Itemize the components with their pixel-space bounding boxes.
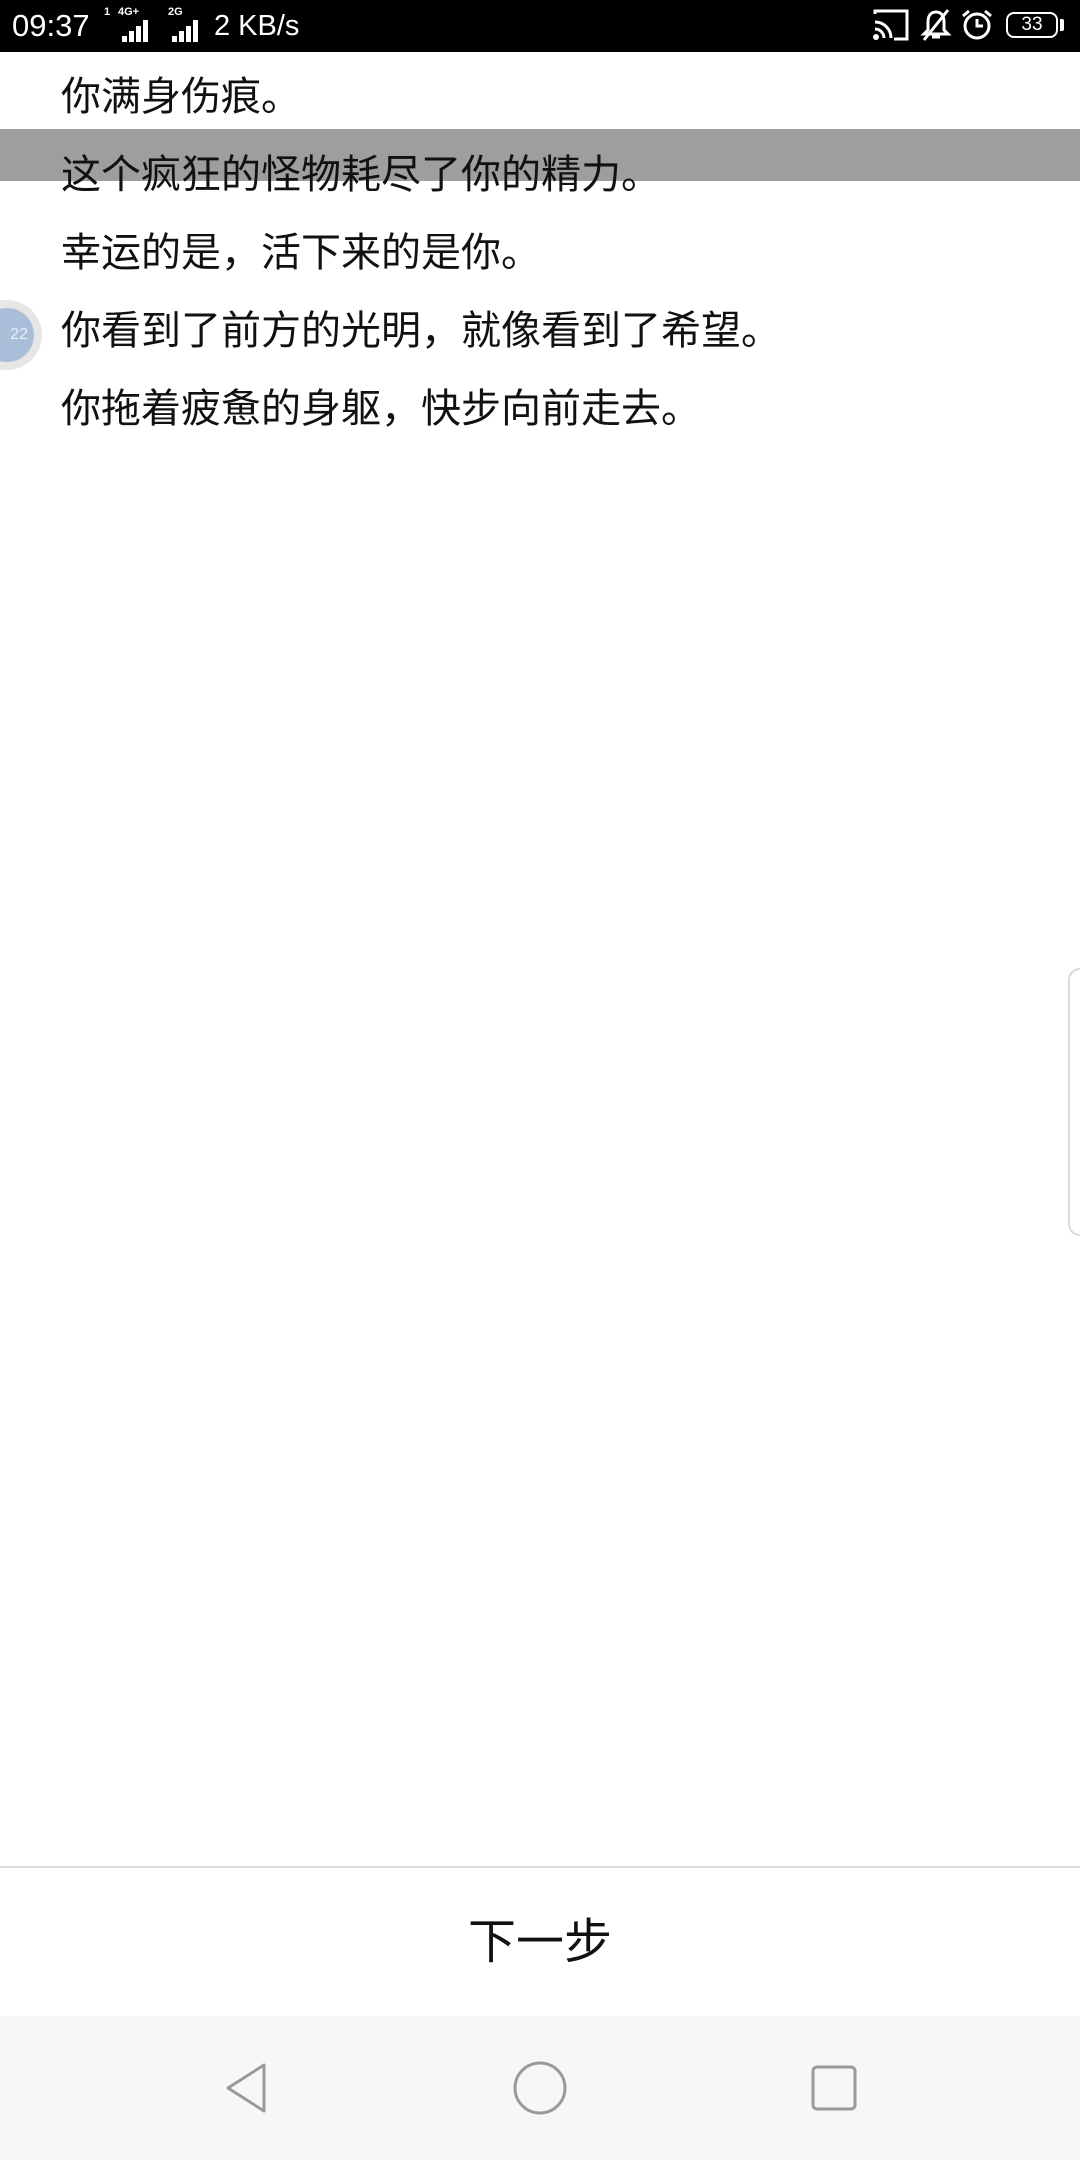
cast-icon [873,9,909,41]
sim1-signal-icon: 1 4G+ [104,6,154,42]
battery-tip [1060,19,1064,31]
network-speed: 2 KB/s [214,10,300,42]
home-button[interactable] [460,2016,620,2160]
floating-assistant-bubble[interactable]: 22 [0,300,42,370]
story-line-4: 你看到了前方的光明，就像看到了希望。 [61,308,781,354]
muted-bell-icon [920,9,952,41]
home-circle-icon [513,2061,567,2115]
sim2-signal-icon: 2G [166,6,206,42]
sim1-slot-label: 1 [104,6,111,18]
edge-panel-handle[interactable] [1068,968,1080,1236]
back-button[interactable] [166,2016,326,2160]
story-line-3: 幸运的是，活下来的是你。 [61,230,541,276]
story-line-1: 你满身伤痕。 [61,74,301,120]
status-bar: 09:37 1 4G+ 2G 2 KB/s 33 [0,0,1080,52]
story-line-5: 你拖着疲惫的身躯，快步向前走去。 [61,386,701,432]
recents-square-icon [811,2065,857,2111]
status-time: 09:37 [12,8,90,43]
sim1-network-label: 4G+ [118,6,140,18]
alarm-icon [962,9,992,40]
battery-indicator: 33 [1006,12,1058,38]
recents-button[interactable] [754,2016,914,2160]
sim2-network-label: 2G [168,6,183,18]
floating-bubble-label: 22 [0,308,34,362]
back-triangle-icon [226,2063,266,2113]
story-line-2: 这个疯狂的怪物耗尽了你的精力。 [61,152,661,198]
next-step-button[interactable]: 下一步 [0,1868,1080,2016]
navigation-bar [0,2016,1080,2160]
